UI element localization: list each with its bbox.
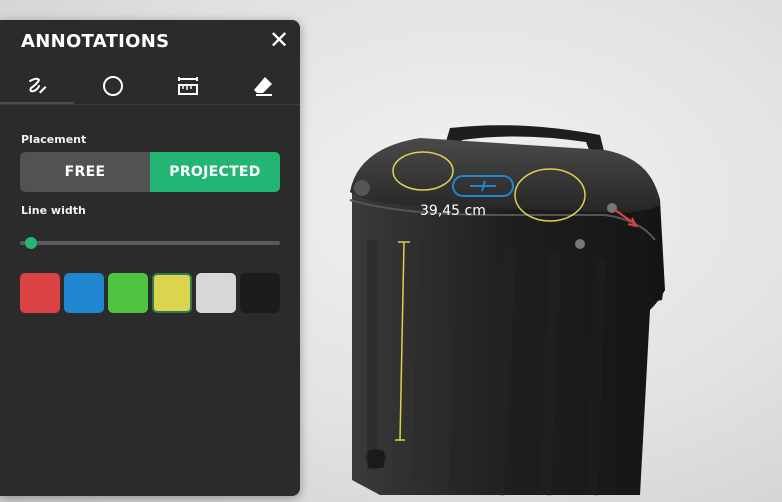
freehand-icon: [29, 77, 47, 94]
panel-title: ANNOTATIONS: [21, 31, 170, 52]
tool-circle[interactable]: [76, 68, 150, 104]
placement-toggle: FREE PROJECTED: [20, 152, 280, 192]
placement-projected-button[interactable]: PROJECTED: [150, 152, 280, 192]
swatch-red[interactable]: [20, 273, 60, 313]
placement-free-button[interactable]: FREE: [20, 152, 150, 192]
measurement-label: 39,45 cm: [420, 203, 486, 219]
swatch-yellow[interactable]: [152, 273, 192, 313]
tool-ruler[interactable]: [151, 68, 225, 104]
swatch-green[interactable]: [108, 273, 148, 313]
close-button[interactable]: ✕: [268, 28, 290, 52]
color-swatches: [20, 273, 280, 315]
swatch-white[interactable]: [196, 273, 236, 313]
close-icon: ✕: [268, 26, 290, 54]
placement-label: Placement: [21, 133, 87, 146]
annotations-panel: ANNOTATIONS ✕ Placement FREE PROJECTED L…: [0, 20, 300, 496]
eraser-icon: [254, 77, 272, 96]
circle-icon: [103, 76, 123, 96]
line-width-label: Line width: [21, 204, 86, 217]
line-width-slider[interactable]: [20, 237, 280, 249]
line-width-slider-thumb[interactable]: [25, 237, 38, 249]
tool-divider: [0, 104, 300, 105]
tool-freehand[interactable]: [0, 68, 74, 105]
tool-bar: [0, 68, 300, 105]
ruler-icon: [178, 77, 198, 95]
tool-eraser[interactable]: [226, 68, 300, 104]
swatch-blue[interactable]: [64, 273, 104, 313]
swatch-black[interactable]: [240, 273, 280, 313]
